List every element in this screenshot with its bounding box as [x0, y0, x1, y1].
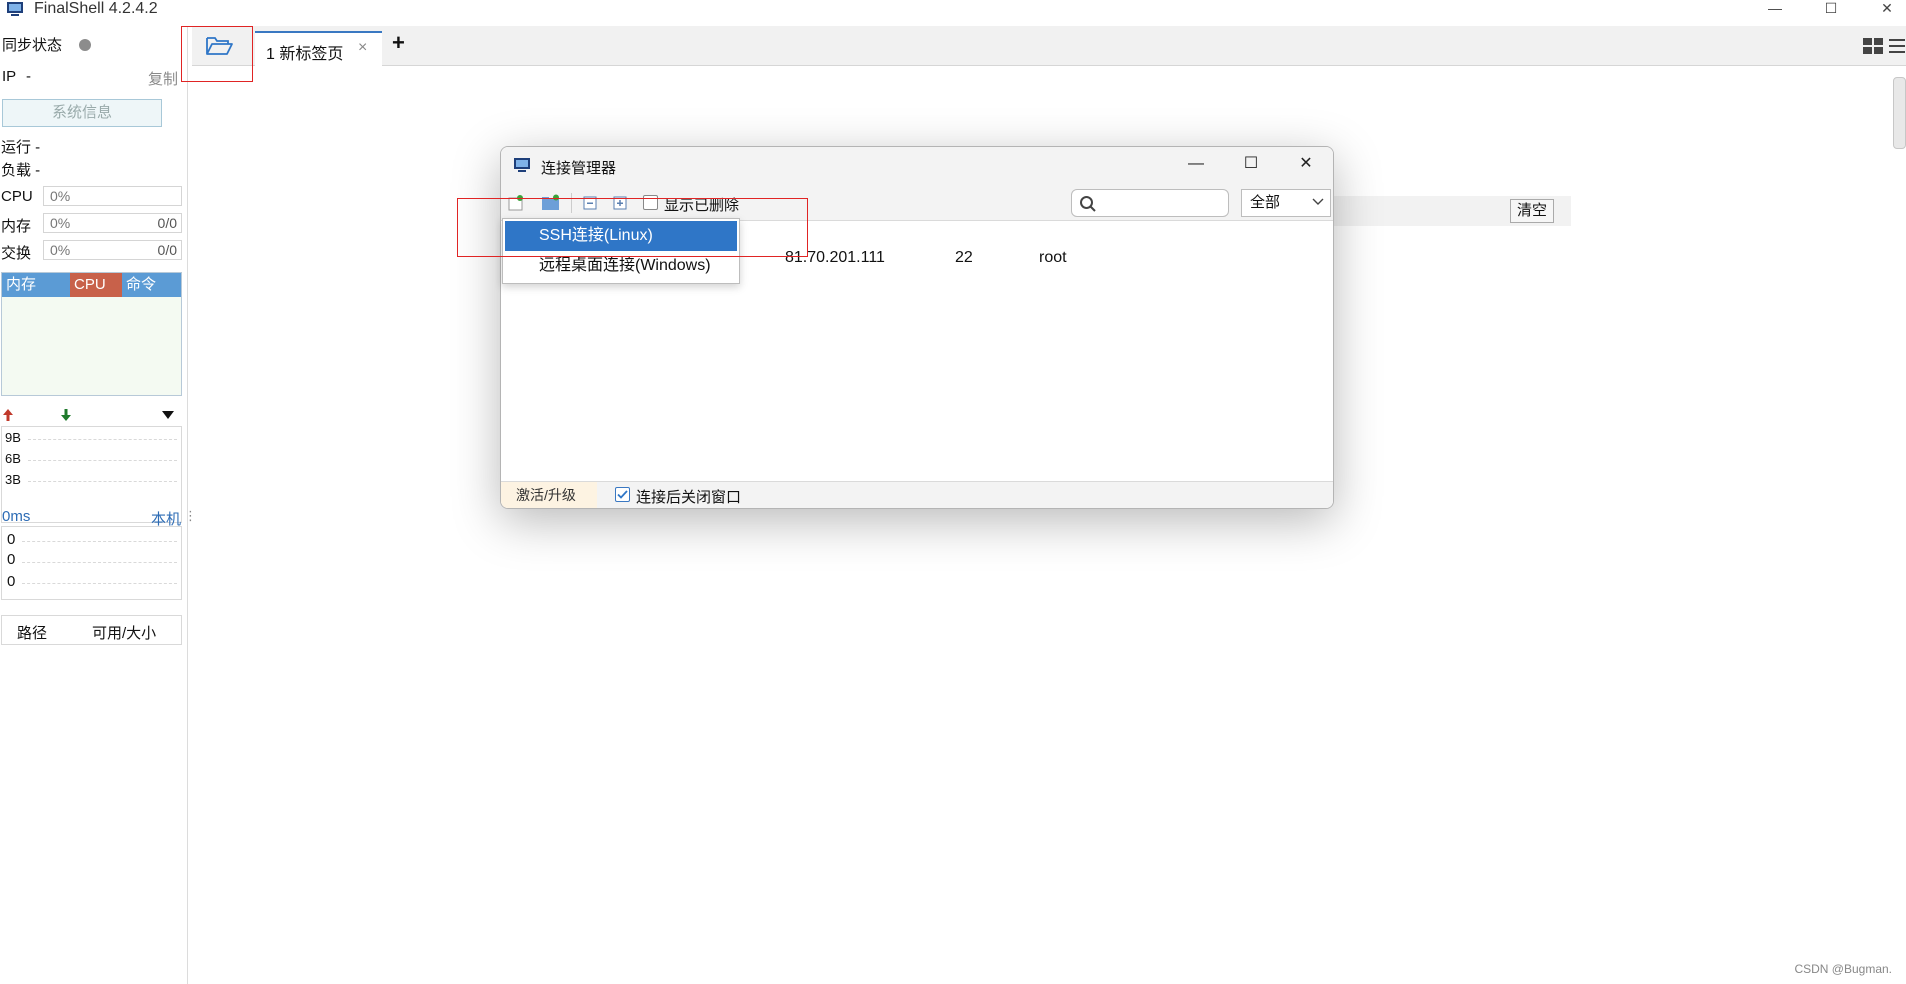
panel-resize-handle-icon[interactable]: ⋮: [184, 508, 197, 524]
ping-row: 0: [7, 531, 16, 548]
ip-value: -: [26, 68, 31, 85]
clear-button[interactable]: 清空: [1510, 199, 1554, 223]
add-tab-button[interactable]: +: [392, 30, 405, 56]
app-icon: [7, 2, 23, 16]
group-filter-value: 全部: [1250, 194, 1281, 211]
dialog-close-icon[interactable]: ✕: [1291, 153, 1321, 177]
net-tick: 9B: [5, 430, 21, 445]
net-gridline: [28, 460, 177, 461]
swap-ratio: 0/0: [157, 242, 177, 258]
net-tick: 3B: [5, 472, 21, 487]
tab-bar: 1 新标签页 × +: [192, 26, 1906, 66]
app-title: FinalShell 4.2.4.2: [34, 0, 158, 17]
upload-arrow-icon: [3, 409, 13, 421]
side-scroll-widget[interactable]: [1893, 77, 1906, 149]
checkmark-icon: [617, 490, 628, 499]
network-interface-dropdown-icon[interactable]: [162, 411, 174, 419]
close-after-connect-label: 连接后关闭窗口: [636, 489, 742, 506]
process-table-header: 内存 CPU 命令: [2, 273, 181, 297]
net-tick: 6B: [5, 451, 21, 466]
tab-new-tab[interactable]: 1 新标签页 ×: [255, 31, 382, 66]
ip-label: IP: [2, 68, 17, 85]
memory-meter: 0% 0/0: [43, 213, 182, 233]
search-icon: [1080, 196, 1096, 212]
ping-gridline: [22, 541, 177, 542]
download-arrow-icon: [61, 409, 71, 421]
memory-label: 内存: [1, 218, 32, 235]
process-table[interactable]: 内存 CPU 命令: [1, 272, 182, 396]
minimize-icon[interactable]: —: [1760, 0, 1790, 18]
sync-status-label: 同步状态: [2, 37, 63, 54]
system-info-button[interactable]: 系统信息: [2, 99, 162, 127]
close-icon[interactable]: ✕: [1872, 0, 1902, 18]
dialog-title-bar[interactable]: 连接管理器 — ☐ ✕: [501, 147, 1333, 185]
dialog-minimize-icon[interactable]: —: [1181, 153, 1211, 177]
uptime-label: 运行 -: [1, 139, 41, 156]
connection-user: root: [1039, 249, 1067, 266]
memory-value: 0%: [50, 215, 71, 231]
search-input[interactable]: [1071, 189, 1229, 217]
proc-col-command[interactable]: 命令: [122, 273, 181, 297]
maximize-icon[interactable]: ☐: [1816, 0, 1846, 18]
ping-gridline: [22, 583, 177, 584]
dialog-status-bar: 激活/升级 连接后关闭窗口: [501, 481, 1333, 508]
ping-row: 0: [7, 551, 16, 568]
dialog-title: 连接管理器: [541, 160, 617, 177]
tab-label: 1 新标签页: [266, 46, 344, 63]
latency-value: 0ms: [2, 508, 31, 525]
swap-value: 0%: [50, 242, 71, 258]
activate-upgrade-button[interactable]: 激活/升级: [501, 482, 597, 508]
highlight-ssh-option: [457, 198, 808, 257]
cpu-value: 0%: [50, 188, 71, 204]
disk-table-header: 路径 可用/大小: [1, 615, 182, 645]
connection-port: 22: [955, 249, 973, 266]
cpu-label: CPU: [1, 188, 33, 205]
close-after-connect-checkbox[interactable]: [615, 487, 630, 502]
dialog-maximize-icon[interactable]: ☐: [1236, 153, 1266, 177]
copy-ip-button[interactable]: 复制: [148, 68, 178, 89]
ping-row: 0: [7, 573, 16, 590]
disk-col-path[interactable]: 路径: [17, 622, 47, 643]
group-filter-select[interactable]: 全部: [1241, 189, 1331, 217]
highlight-open-folder: [181, 26, 253, 82]
system-status-panel: 同步状态 IP - 复制 系统信息 运行 - 负载 - CPU 0% 内存 0%…: [0, 26, 197, 984]
cpu-meter: 0%: [43, 186, 182, 206]
disk-col-size[interactable]: 可用/大小: [92, 622, 156, 643]
chevron-down-icon: [1312, 198, 1324, 205]
tab-close-icon[interactable]: ×: [358, 39, 367, 57]
load-label: 负载 -: [1, 162, 41, 179]
memory-ratio: 0/0: [157, 215, 177, 231]
title-bar: FinalShell 4.2.4.2 — ☐ ✕: [0, 0, 1906, 20]
ping-gridline: [22, 562, 177, 563]
proc-col-memory[interactable]: 内存: [2, 273, 70, 297]
watermark: CSDN @Bugman.: [1794, 962, 1892, 976]
swap-meter: 0% 0/0: [43, 240, 182, 260]
grid-view-icon[interactable]: [1862, 36, 1884, 56]
net-gridline: [28, 481, 177, 482]
net-gridline: [28, 439, 177, 440]
menu-icon[interactable]: [1888, 36, 1906, 56]
dialog-app-icon: [514, 158, 530, 172]
proc-col-cpu[interactable]: CPU: [70, 273, 122, 297]
swap-label: 交换: [1, 245, 32, 262]
sync-status-dot: [79, 39, 91, 51]
ping-chart: 0 0 0: [1, 526, 182, 600]
